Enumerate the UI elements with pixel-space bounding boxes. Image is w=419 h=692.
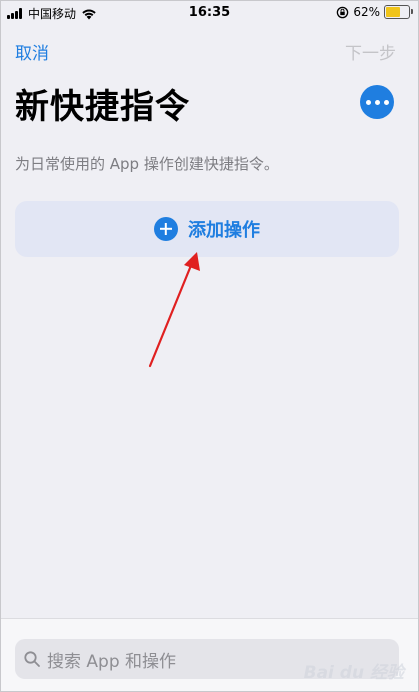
- next-step-button[interactable]: 下一步: [345, 39, 396, 64]
- baidu-jingyan-watermark: Bai du 经验: [304, 658, 404, 683]
- plus-circle-icon: [154, 217, 178, 241]
- search-placeholder: 搜索 App 和操作: [47, 651, 177, 672]
- rotation-lock-icon: [337, 6, 349, 18]
- more-options-button[interactable]: [360, 85, 394, 119]
- screen: 中国移动 16:35 62% 取消 下一步 新快捷指令 为日常使用的 App 操…: [0, 0, 419, 692]
- cancel-button[interactable]: 取消: [15, 39, 49, 64]
- ellipsis-icon: [364, 99, 391, 105]
- search-icon: [24, 651, 40, 667]
- red-annotation-arrow: [148, 252, 200, 368]
- status-bar: 中国移动 16:35 62%: [1, 1, 418, 25]
- battery-percent: 62%: [353, 5, 380, 19]
- add-action-label: 添加操作: [188, 220, 260, 241]
- watermark-text: Bai du 经验: [303, 663, 404, 683]
- bottom-search-panel: 搜索 App 和操作 Bai du 经验: [1, 618, 418, 691]
- battery-icon: [384, 5, 413, 19]
- page-subtitle: 为日常使用的 App 操作创建快捷指令。: [15, 155, 279, 173]
- page-title: 新快捷指令: [15, 87, 190, 127]
- status-right: 62%: [336, 5, 413, 19]
- battery-fill: [386, 7, 400, 17]
